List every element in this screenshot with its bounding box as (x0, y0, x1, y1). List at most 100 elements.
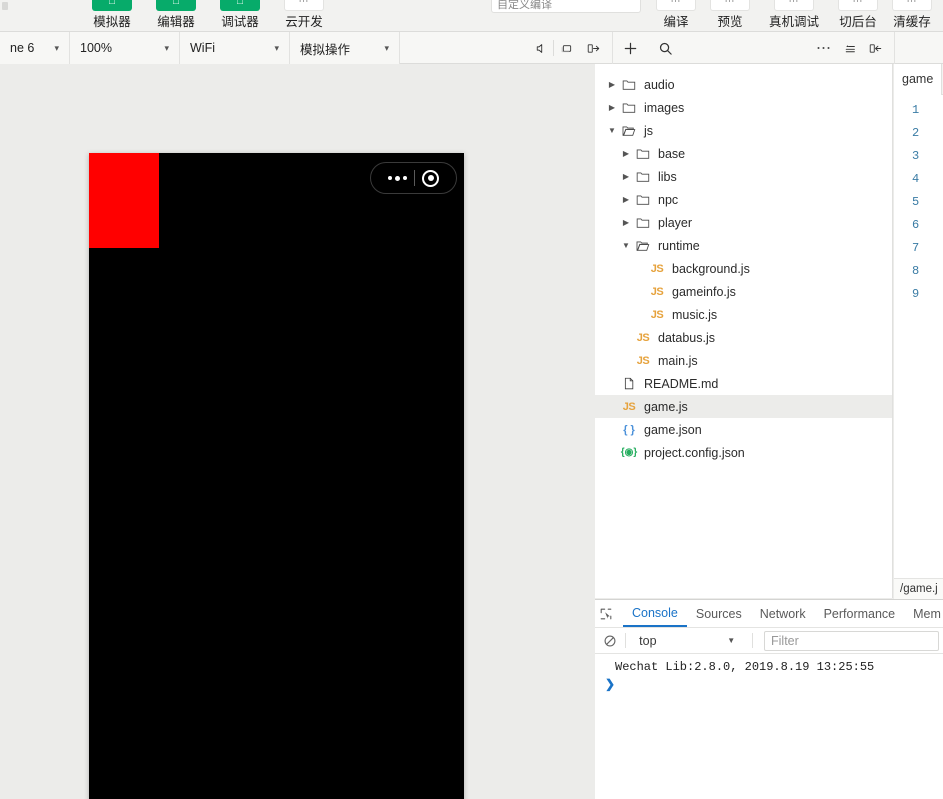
clear-cache-icon: ⋯ (892, 0, 932, 11)
code-editor-area[interactable]: 1 2 3 4 5 6 7 8 9 (894, 95, 943, 598)
tree-item-gameinfo-js[interactable]: ▶JS gameinfo.js (595, 280, 892, 303)
chevron-right-icon[interactable]: ▶ (605, 80, 619, 89)
more-dots-icon[interactable] (388, 175, 407, 181)
mute-icon[interactable] (527, 32, 553, 64)
game-red-rectangle (89, 153, 159, 248)
game-canvas[interactable] (89, 153, 464, 799)
console-output: Wechat Lib:2.8.0, 2019.8.19 13:25:55 ❯ (595, 654, 943, 694)
tree-spacer: ▶ (619, 356, 633, 365)
chevron-down-icon: ▾ (274, 42, 279, 53)
folder-icon (633, 194, 653, 206)
tree-item-label: databus.js (658, 330, 715, 345)
toolbar-button-label: 云开发 (285, 15, 323, 29)
devtools-filter-bar: top ▼ (595, 628, 943, 654)
devtools-tab-performance[interactable]: Performance (815, 600, 905, 627)
line-number: 9 (912, 287, 920, 301)
toolbar-button-debugger[interactable]: □ 调试器 (208, 0, 272, 32)
custom-compile-input[interactable]: 自定义编译 (491, 0, 641, 13)
debugger-icon: □ (220, 0, 260, 11)
tree-item-game-js[interactable]: ▶JS game.js (595, 395, 892, 418)
toolbar-button-compile[interactable]: ⋯ 编译 (649, 0, 703, 32)
chevron-down-icon: ▼ (727, 636, 736, 645)
tree-item-databus-js[interactable]: ▶JS databus.js (595, 326, 892, 349)
chevron-down-icon[interactable]: ▼ (605, 126, 619, 135)
toolbar-button-label: 切后台 (839, 15, 877, 29)
zoom-select-value: 100% (80, 41, 112, 55)
tree-spacer: ▶ (633, 287, 647, 296)
line-number: 2 (912, 126, 920, 140)
toolbar-button-simulator[interactable]: □ 模拟器 (80, 0, 144, 32)
network-select[interactable]: WiFi ▾ (180, 32, 290, 64)
chevron-right-icon[interactable]: ▶ (619, 195, 633, 204)
app-root: □ 模拟器 □ 编辑器 □ 调试器 ⋯ 云开发 自定义编译 ⋯ 编译 ⋯ 预览 ⋯ 真机调试 ⋯ 切后台 ⋯ 清… (0, 0, 943, 799)
zoom-select[interactable]: 100% ▾ (70, 32, 180, 64)
tree-item-project-config-json[interactable]: ▶{◉} project.config.json (595, 441, 892, 464)
tree-item-base[interactable]: ▶ base (595, 142, 892, 165)
tree-item-images[interactable]: ▶ images (595, 96, 892, 119)
chevron-down-icon[interactable]: ▼ (619, 241, 633, 250)
outline-icon[interactable] (836, 32, 862, 64)
chevron-down-icon: ▾ (54, 42, 59, 53)
operation-select[interactable]: 模拟操作 ▾ (290, 32, 400, 64)
chevron-down-icon: ▾ (164, 42, 169, 53)
toolbar-button-remote-debug[interactable]: ⋯ 真机调试 (757, 0, 831, 32)
toolbar-button-background[interactable]: ⋯ 切后台 (831, 0, 885, 32)
devtools-tab-console[interactable]: Console (623, 600, 687, 627)
device-select[interactable]: ne 6 ▾ (0, 32, 70, 64)
toolbar-button-clear-cache[interactable]: ⋯ 清缓存 (885, 0, 939, 32)
folder-icon (619, 125, 639, 137)
file-tree-list: ▶ audio ▶ images ▼ js ▶ base ▶ libs ▶ npc ▶ player ▼ ru… (595, 73, 892, 464)
search-icon[interactable] (653, 32, 679, 64)
console-filter-input[interactable] (764, 630, 940, 651)
chevron-right-icon[interactable]: ▶ (619, 218, 633, 227)
tree-item-game-json[interactable]: ▶ { } game.json (595, 418, 892, 441)
devtools-tab-network[interactable]: Network (751, 600, 815, 627)
tree-item-music-js[interactable]: ▶JS music.js (595, 303, 892, 326)
custom-compile-value: 自定义编译 (497, 0, 552, 11)
console-prompt[interactable]: ❯ (603, 676, 943, 694)
tree-item-background-js[interactable]: ▶JS background.js (595, 257, 892, 280)
toolbar-button-preview[interactable]: ⋯ 预览 (703, 0, 757, 32)
file-tree-pane[interactable]: ▶ audio ▶ images ▼ js ▶ base ▶ libs ▶ npc ▶ player ▼ ru… (595, 64, 893, 598)
chevron-right-icon[interactable]: ▶ (619, 172, 633, 181)
editor-tab-game-js[interactable]: game (894, 64, 943, 95)
devtools-tabs: Console Sources Network Performance Mem (623, 600, 943, 627)
simulator-icon: □ (92, 0, 132, 11)
remote-debug-icon: ⋯ (774, 0, 814, 11)
panel-right-icon[interactable] (580, 32, 606, 64)
target-circle-icon[interactable] (422, 169, 439, 187)
toolbar-button-label: 编译 (663, 15, 689, 29)
tree-item-libs[interactable]: ▶ libs (595, 165, 892, 188)
screen-icon[interactable] (554, 32, 580, 64)
tree-toolbar-icons (613, 32, 683, 64)
chevron-right-icon[interactable]: ▶ (605, 103, 619, 112)
clear-console-icon[interactable] (599, 629, 620, 653)
editor-breadcrumb[interactable]: /game.j (894, 578, 943, 599)
tree-item-audio[interactable]: ▶ audio (595, 73, 892, 96)
tree-item-main-js[interactable]: ▶JS main.js (595, 349, 892, 372)
toolbar-button-label: 预览 (717, 15, 743, 29)
toolbar-left-fragment (2, 2, 8, 10)
tree-item-label: audio (644, 77, 675, 92)
tree-item-README-md[interactable]: ▶ README.md (595, 372, 892, 395)
tree-item-player[interactable]: ▶ player (595, 211, 892, 234)
tree-item-js[interactable]: ▼ js (595, 119, 892, 142)
devtools-tab-mem[interactable]: Mem (904, 600, 943, 627)
simulator-toolbar-icons (527, 32, 612, 64)
toolbar-button-editor[interactable]: □ 编辑器 (144, 0, 208, 32)
tree-item-runtime[interactable]: ▼ runtime (595, 234, 892, 257)
inspect-element-icon[interactable] (599, 602, 613, 626)
editor-tab-bar: game (894, 64, 943, 95)
panel-left-icon[interactable] (862, 32, 888, 64)
prompt-arrow-icon: ❯ (605, 678, 616, 692)
console-context-select[interactable]: top ▼ (631, 628, 747, 654)
chevron-right-icon[interactable]: ▶ (619, 149, 633, 158)
devtools-tab-sources[interactable]: Sources (687, 600, 751, 627)
devtools-panel: Console Sources Network Performance Mem top … (595, 599, 943, 799)
tree-item-npc[interactable]: ▶ npc (595, 188, 892, 211)
add-icon[interactable] (618, 32, 644, 64)
toolbar-button-cloud-dev[interactable]: ⋯ 云开发 (272, 0, 336, 32)
toolbar-button-label: 清缓存 (893, 15, 931, 29)
more-icon[interactable] (810, 32, 836, 64)
tree-item-label: libs (658, 169, 677, 184)
